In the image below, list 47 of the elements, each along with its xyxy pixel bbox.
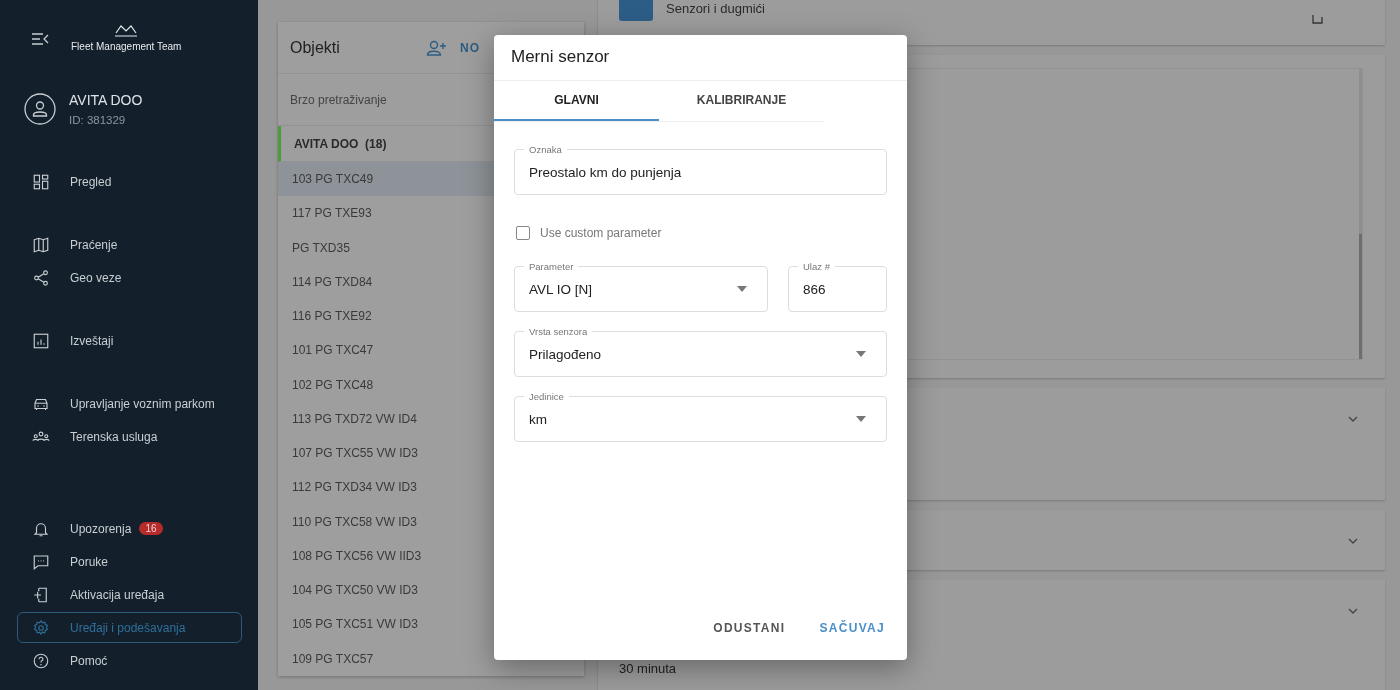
nav-item[interactable]: Terenska usluga [17,421,242,452]
nav-item[interactable]: Geo veze [17,262,242,293]
logo-text: Fleet Management Team [71,41,182,52]
chart-icon [32,331,50,350]
tab[interactable]: KALIBRIRANJE [659,81,824,121]
panel-title: Objekti [290,38,341,57]
cancel-button[interactable]: ODUSTANI [703,613,796,643]
collapse-menu-icon[interactable] [31,31,49,47]
dashboard-icon [32,172,50,191]
nav-item[interactable]: Poruke [17,546,242,577]
checkbox[interactable] [516,226,530,240]
logo-icon [114,24,139,37]
nav-item[interactable]: Uređaji i podešavanja [17,612,242,643]
device-icon [32,585,50,604]
field-label: Ulaz # [798,261,835,272]
interval-text: 30 minuta [619,661,677,676]
account-name: AVITA DOO [69,92,143,108]
dropdown-arrow-icon [856,416,866,422]
message-icon [32,552,50,571]
map-icon [32,235,50,254]
field-label: Jedinice [524,391,569,402]
settings-icon [32,618,50,637]
field-label: Oznaka [524,144,567,155]
tab[interactable]: GLAVNI [494,81,659,121]
add-person-icon[interactable] [426,38,448,57]
account-icon [24,93,56,125]
scrollbar[interactable] [1359,69,1362,359]
section-title: Senzori i dugmići [666,1,765,16]
field-label: Parameter [524,261,579,272]
nav-item[interactable]: Aktivacija uređaja [17,579,242,610]
nav-item[interactable]: Praćenje [17,229,242,260]
count-badge: 16 [139,522,163,535]
field-label: Vrsta senzora [524,326,593,337]
window-icon[interactable] [1311,14,1323,24]
nav-item[interactable]: Izveštaji [17,325,242,356]
dropdown-arrow-icon [737,286,747,292]
dialog-title: Merni senzor [494,35,907,81]
dropdown-arrow-icon [856,351,866,357]
save-button[interactable]: SAČUVAJ [809,613,895,643]
checkbox-label: Use custom parameter [540,226,662,240]
nav-item[interactable]: Pomoć [17,645,242,676]
share-icon [32,268,50,287]
nav-item[interactable]: Pregled [17,166,242,197]
help-icon [32,651,50,670]
nav-item[interactable]: Upravljanje voznim parkom [17,388,242,419]
nav-item[interactable]: Upozorenja 16 [17,513,242,544]
account-id: ID: 381329 [69,114,127,126]
